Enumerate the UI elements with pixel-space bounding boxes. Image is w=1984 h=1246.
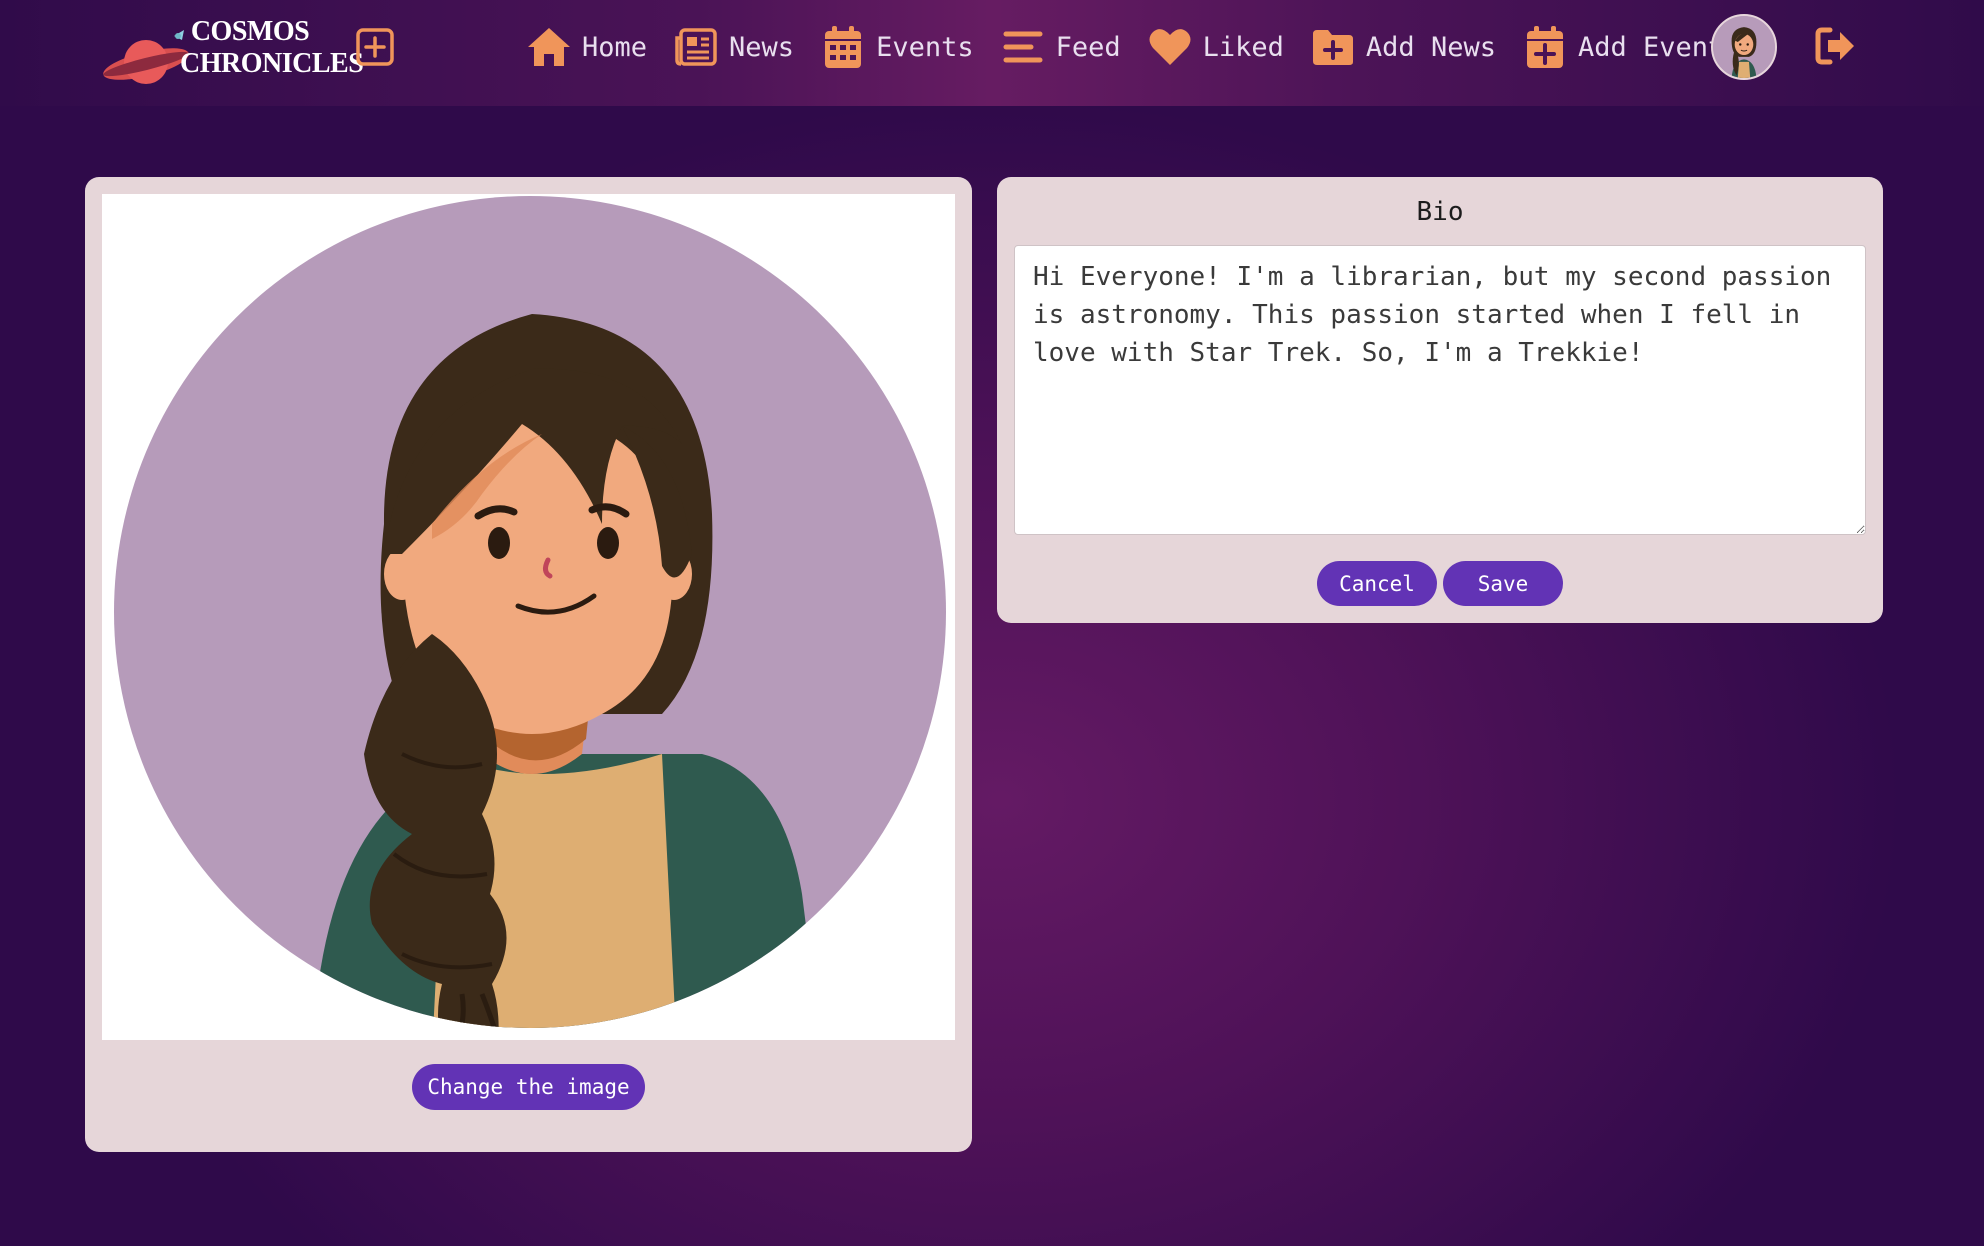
nav-item-add-news[interactable]: Add News (1310, 24, 1496, 70)
nav-item-label: Events (876, 31, 974, 63)
top-navbar: COSMOS CHRONICLES Home News Events Feed … (0, 0, 1984, 106)
home-icon (526, 24, 572, 70)
app-logo[interactable]: COSMOS CHRONICLES (100, 12, 364, 84)
logo-line-1: COSMOS (190, 16, 310, 47)
avatar-illustration (114, 196, 946, 1028)
nav-item-label: News (729, 31, 795, 63)
nav-item-label: Feed (1055, 31, 1121, 63)
calendar-plus-icon (1522, 24, 1568, 70)
nav-item-liked[interactable]: Liked (1147, 24, 1284, 70)
nav-item-label: Home (582, 31, 648, 63)
calendar-icon (820, 24, 866, 70)
newspaper-icon (673, 24, 719, 70)
nav-item-add-events[interactable]: Add Events (1522, 24, 1741, 70)
nav-item-label: Add News (1365, 31, 1496, 63)
nav-item-home[interactable]: Home (526, 24, 647, 70)
change-image-button[interactable]: Change the image (412, 1064, 645, 1110)
nav-item-events[interactable]: Events (820, 24, 974, 70)
nav-item-label: Liked (1202, 31, 1284, 63)
add-square-icon[interactable] (356, 28, 394, 66)
profile-image (102, 194, 955, 1040)
logo-line-2: CHRONICLES (180, 48, 364, 79)
logout-icon[interactable] (1814, 24, 1858, 68)
app-logo-text: COSMOS CHRONICLES (180, 16, 364, 80)
bio-textarea[interactable]: Hi Everyone! I'm a librarian, but my sec… (1014, 245, 1866, 535)
cancel-button[interactable]: Cancel (1317, 561, 1437, 606)
nav-item-news[interactable]: News (673, 24, 794, 70)
save-button[interactable]: Save (1443, 561, 1563, 606)
heart-icon (1147, 24, 1193, 70)
feed-lines-icon (1000, 24, 1046, 70)
bio-card: Bio Hi Everyone! I'm a librarian, but my… (997, 177, 1883, 623)
folder-plus-icon (1310, 24, 1356, 70)
profile-image-card: Change the image (85, 177, 972, 1152)
user-avatar[interactable] (1711, 14, 1777, 80)
nav-menu: Home News Events Feed Liked Add News Add… (526, 24, 1767, 70)
bio-title: Bio (1416, 197, 1464, 227)
nav-item-feed[interactable]: Feed (1000, 24, 1121, 70)
